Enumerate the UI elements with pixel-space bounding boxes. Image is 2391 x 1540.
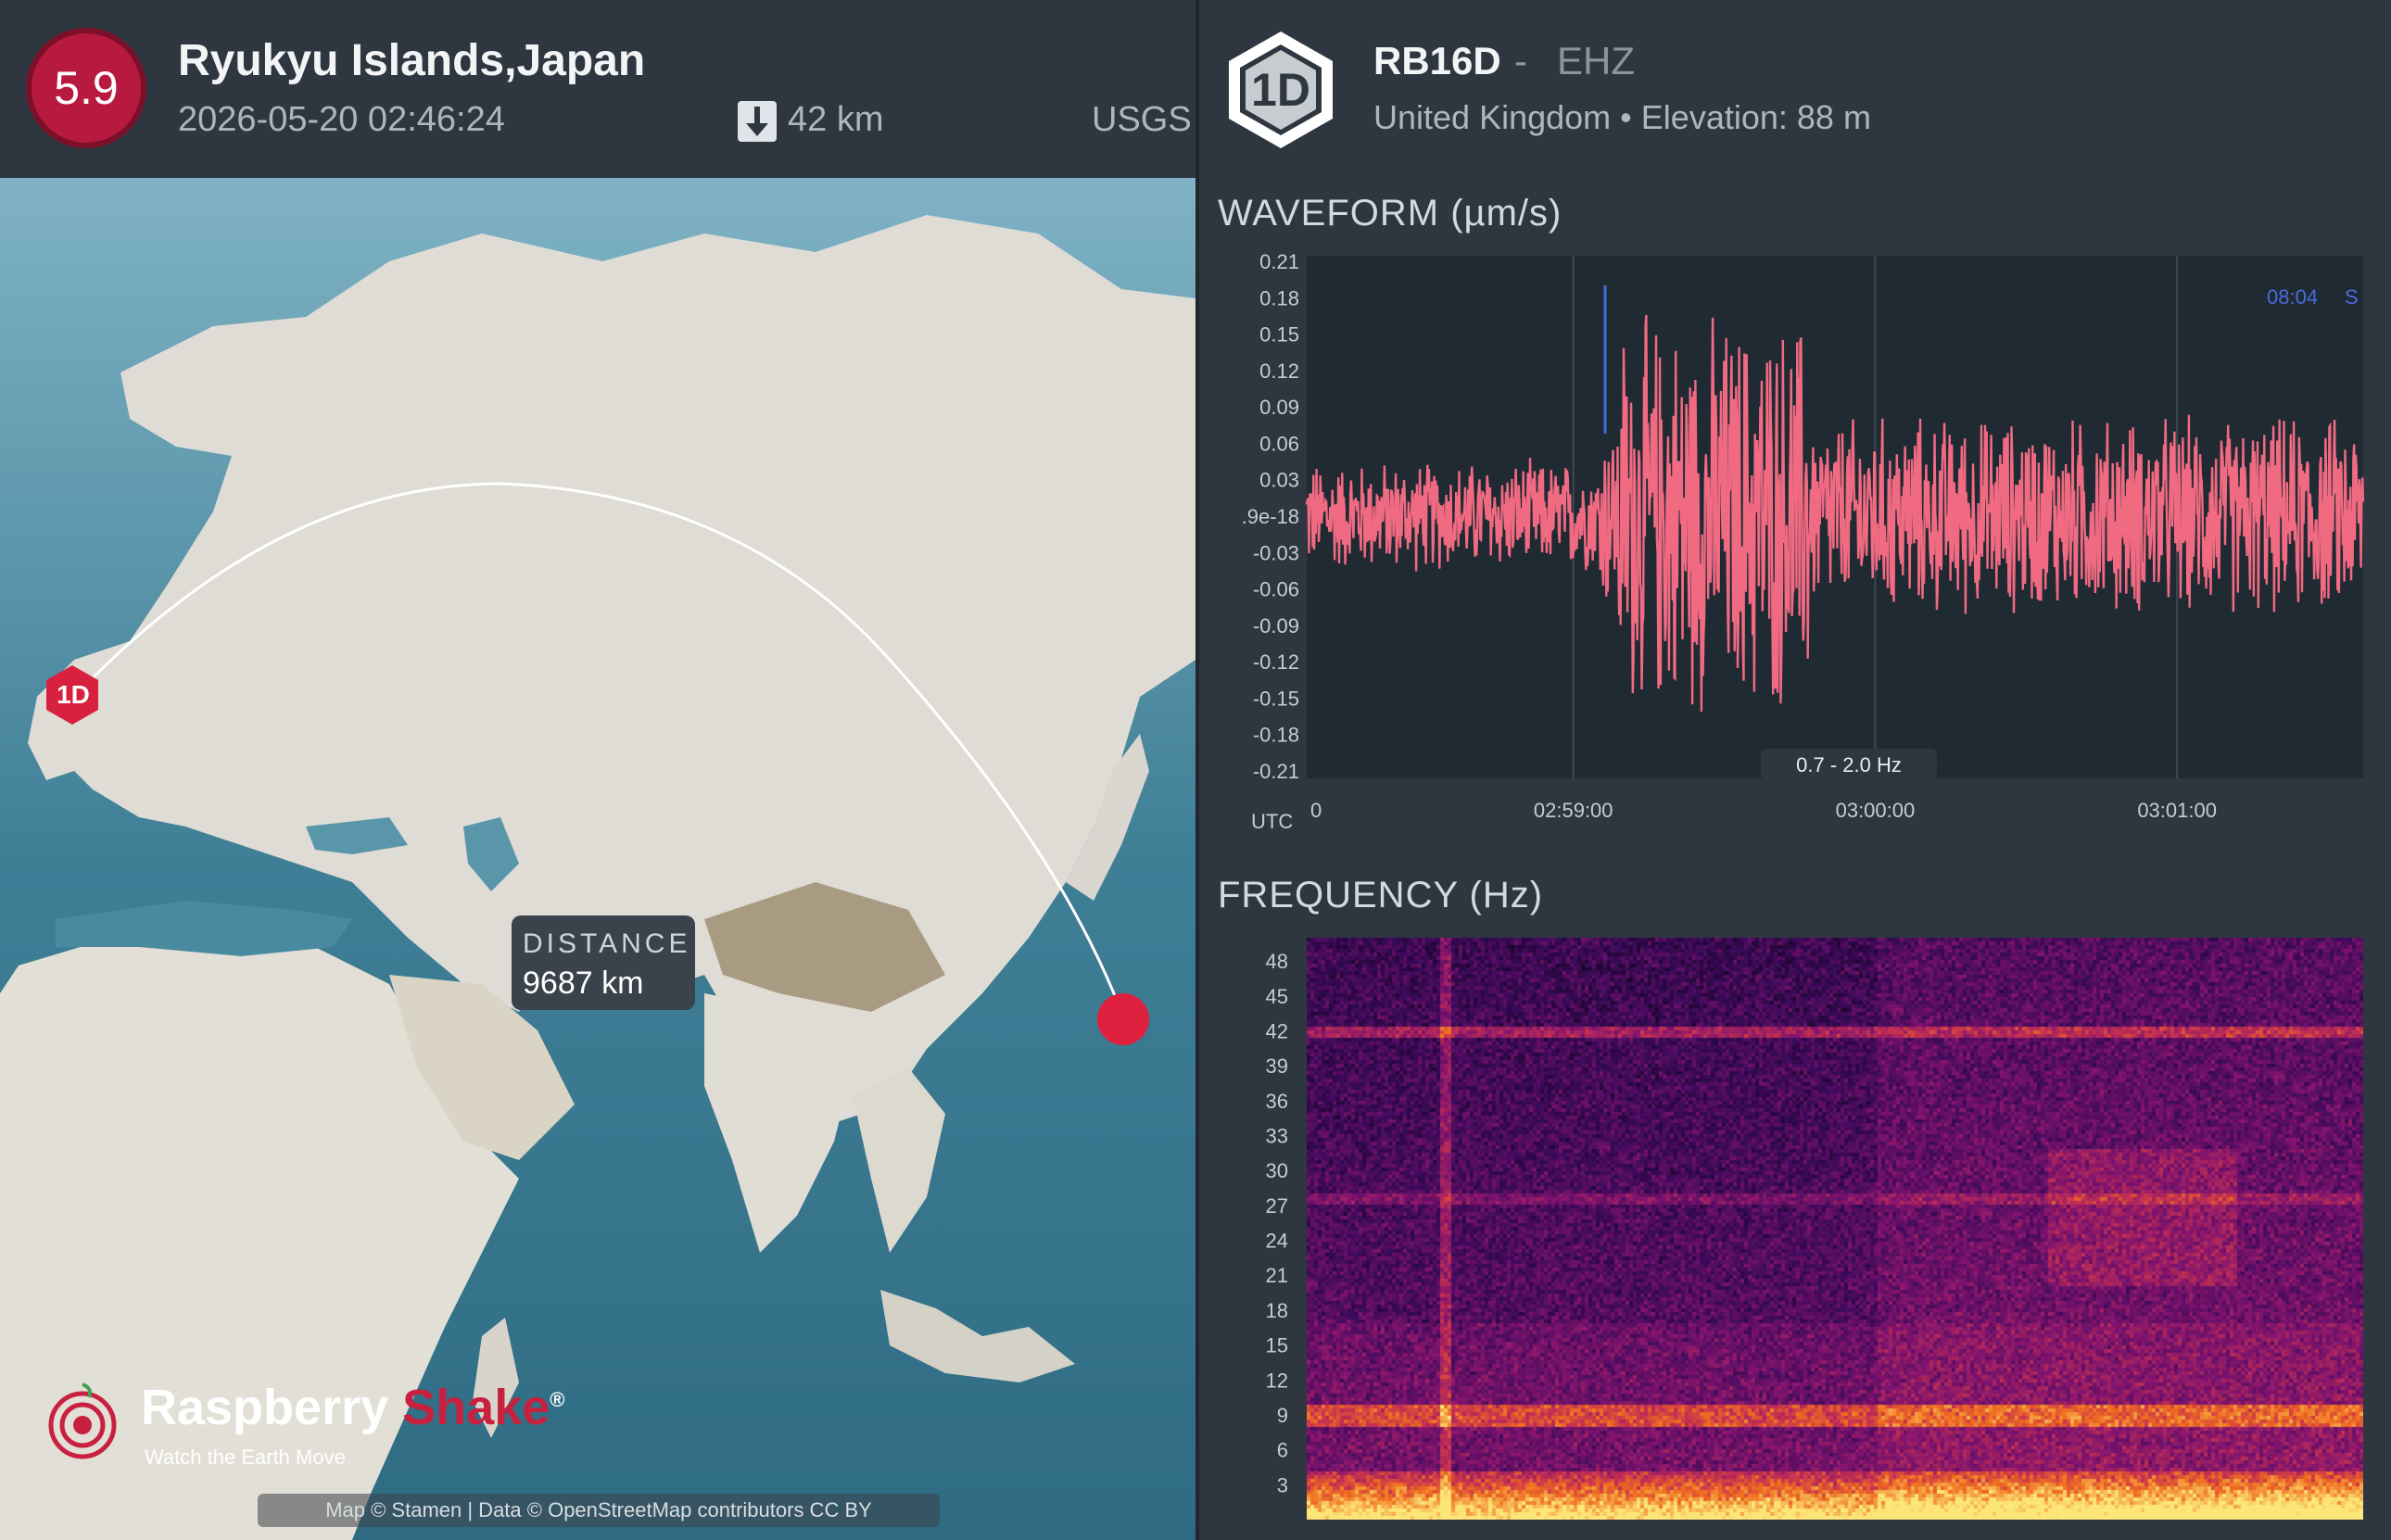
event-panel: 5.9 Ryukyu Islands,Japan 2026-05-20 02:4… — [0, 0, 1196, 1540]
filter-label: 0.7 - 2.0 Hz — [1796, 753, 1902, 776]
spectrogram-y-tick-label: 30 — [1266, 1159, 1288, 1182]
raspberry-shake-logo[interactable]: Raspberry Shake® Watch the Earth Move — [41, 1379, 564, 1481]
waveform-y-tick-label: -0.18 — [1253, 724, 1299, 747]
station-elevation: Elevation: 88 m — [1640, 98, 1871, 136]
event-location: Ryukyu Islands,Japan — [178, 36, 646, 85]
distance-label: DISTANCE — [523, 928, 691, 959]
logo-name: Raspberry Shake® — [141, 1379, 564, 1436]
waveform-y-tick-label: 0.06 — [1259, 432, 1299, 455]
distance-box: DISTANCE 9687 km — [512, 915, 695, 1010]
waveform-x-tick-label: 02:59:00 — [1534, 799, 1613, 822]
spectrogram-y-tick-label: 42 — [1266, 1019, 1288, 1042]
waveform-chart[interactable]: 0.21 0.18 0.15 0.12 0.09 0.06 0.03 .9e-18 -0.03 -… — [1199, 248, 2391, 851]
event-datetime: 2026-05-20 02:46:24 — [178, 100, 505, 139]
spectrogram-y-axis: 48 45 42 39 36 33 30 27 24 21 18 15 12 9 6 3 — [1266, 950, 1288, 1496]
station-badge-label: 1D — [1251, 64, 1310, 116]
station-panel: 1D RB16D - EHZ United Kingdom • Elevatio… — [1199, 0, 2391, 1540]
logo-tagline: Watch the Earth Move — [145, 1445, 346, 1469]
spectrogram-y-tick-label: 15 — [1266, 1334, 1288, 1357]
logo-registered: ® — [550, 1388, 565, 1411]
raspberry-shake-icon — [48, 1382, 117, 1459]
spectrogram-y-tick-label: 12 — [1266, 1369, 1288, 1392]
spectrogram-chart[interactable]: 48 45 42 39 36 33 30 27 24 21 18 15 12 9 6 3 — [1199, 927, 2391, 1538]
waveform-y-tick-label: -0.03 — [1253, 541, 1299, 564]
event-map[interactable]: 1D DISTANCE 9687 km Raspberry Shake® Wat… — [0, 178, 1196, 1540]
waveform-y-tick-label: 0.18 — [1259, 286, 1299, 309]
magnitude-badge: 5.9 — [26, 28, 146, 148]
spectrogram-y-tick-label: 36 — [1266, 1090, 1288, 1113]
waveform-y-tick-label: -0.21 — [1253, 760, 1299, 783]
timezone-label: UTC — [1251, 810, 1293, 833]
waveform-y-tick-label: 0.09 — [1259, 396, 1299, 419]
logo-name-part1: Raspberry — [141, 1380, 389, 1435]
spectrogram-y-tick-label: 45 — [1266, 985, 1288, 1008]
magnitude-value: 5.9 — [54, 62, 119, 114]
station-info: United Kingdom • Elevation: 88 m — [1373, 98, 1871, 137]
event-header: 5.9 Ryukyu Islands,Japan 2026-05-20 02:4… — [0, 0, 1196, 178]
station-separator: - — [1514, 39, 1527, 82]
station-country: United Kingdom — [1373, 98, 1612, 136]
station-code: RB16D — [1373, 39, 1501, 82]
frequency-title: FREQUENCY (Hz) — [1218, 875, 1544, 915]
waveform-y-tick-label: -0.06 — [1253, 578, 1299, 601]
map-attribution[interactable]: Map © Stamen | Data © OpenStreetMap cont… — [258, 1494, 940, 1527]
spectrogram-y-tick-label: 18 — [1266, 1299, 1288, 1322]
event-depth: 42 km — [788, 100, 884, 139]
spectrogram-y-tick-label: 3 — [1277, 1473, 1288, 1496]
map-canvas — [0, 178, 1196, 1540]
spectrogram-y-tick-label: 9 — [1277, 1404, 1288, 1427]
station-marker-label[interactable]: 1D — [50, 680, 96, 710]
waveform-y-tick-label: -0.12 — [1253, 650, 1299, 674]
waveform-x-ticks: 0 02:59:00 03:00:00 03:01:00 — [1310, 799, 2217, 822]
spectrogram-canvas — [1307, 938, 2363, 1520]
spectrogram-y-tick-label: 27 — [1266, 1194, 1288, 1218]
waveform-x-tick-label: 03:01:00 — [2137, 799, 2217, 822]
waveform-x-tick-label: 0 — [1310, 799, 1322, 822]
waveform-y-tick-label: .9e-18 — [1242, 505, 1299, 528]
waveform-y-tick-label: 0.12 — [1259, 360, 1299, 383]
time-marker-suffix: S — [2345, 285, 2359, 309]
distance-value: 9687 km — [523, 966, 644, 1001]
waveform-y-tick-label: -0.15 — [1253, 687, 1299, 710]
spectrogram-y-tick-label: 48 — [1266, 950, 1288, 973]
spectrogram-y-tick-label: 33 — [1266, 1125, 1288, 1148]
waveform-title: WAVEFORM (µm/s) — [1218, 193, 1562, 234]
waveform-y-tick-label: -0.09 — [1253, 614, 1299, 637]
spectrogram-y-tick-label: 39 — [1266, 1054, 1288, 1078]
spectrogram-y-tick-label: 6 — [1277, 1439, 1288, 1462]
waveform-y-ticks: 0.21 0.18 0.15 0.12 0.09 0.06 0.03 .9e-18 -0.03 -… — [1242, 250, 1299, 783]
waveform-x-tick-label: 03:00:00 — [1836, 799, 1916, 822]
depth-arrow-icon — [738, 101, 777, 142]
station-bullet: • — [1620, 98, 1632, 136]
logo-name-part2: Shake — [402, 1380, 550, 1435]
waveform-y-tick-label: 0.21 — [1259, 250, 1299, 273]
time-marker-label: 08:04 — [2267, 285, 2318, 309]
event-source: USGS — [1092, 100, 1192, 139]
epicenter-marker — [1097, 993, 1149, 1045]
waveform-y-tick-label: 0.03 — [1259, 469, 1299, 492]
station-channel: EHZ — [1557, 39, 1635, 82]
spectrogram-y-tick-label: 24 — [1266, 1230, 1288, 1253]
waveform-y-tick-label: 0.15 — [1259, 323, 1299, 347]
spectrogram-y-tick-label: 21 — [1266, 1264, 1288, 1287]
